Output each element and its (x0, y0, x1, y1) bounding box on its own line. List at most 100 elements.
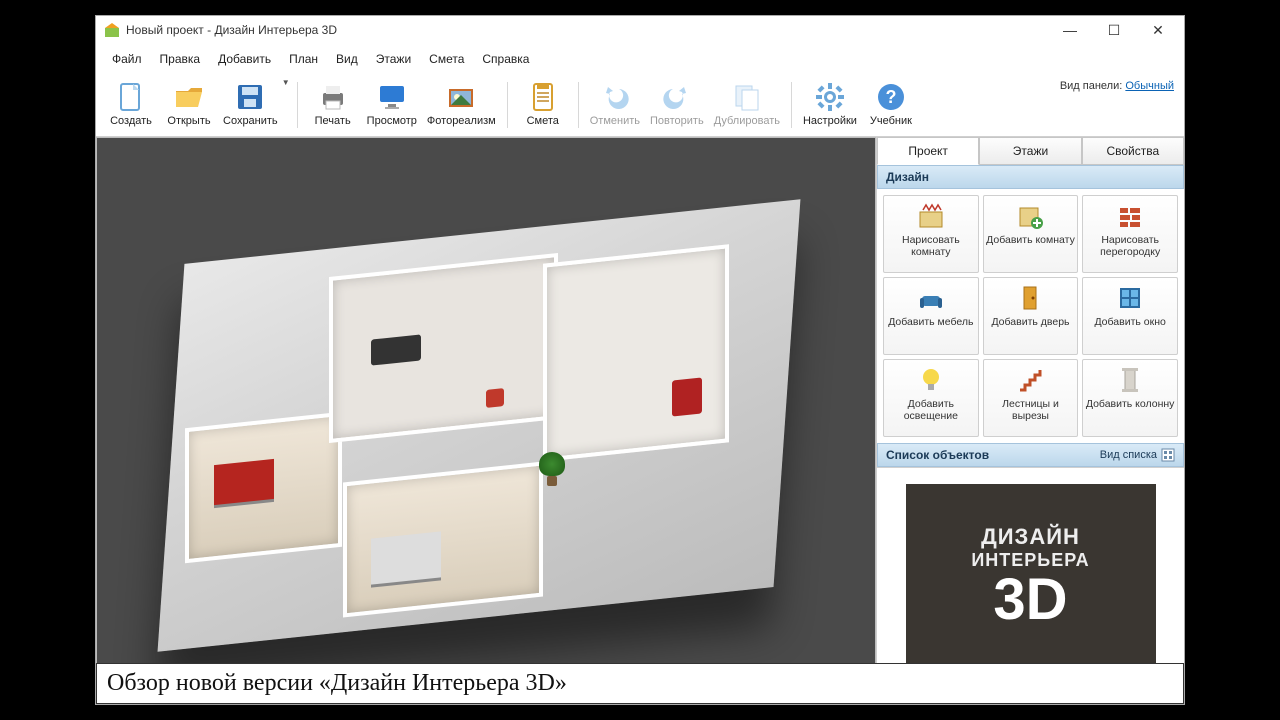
help-icon: ? (875, 81, 907, 113)
logo-line1: ДИЗАЙН (981, 524, 1080, 550)
app-logo-3d: ДИЗАЙН ИНТЕРЬЕРА 3D (906, 484, 1156, 669)
draw-partition-label: Нарисовать перегородку (1085, 234, 1175, 258)
undo-icon (599, 81, 631, 113)
redo-icon (661, 81, 693, 113)
column-icon (1116, 366, 1144, 394)
duplicate-button[interactable]: Дублировать (709, 78, 785, 132)
stairs-cutouts-label: Лестницы и вырезы (986, 398, 1076, 422)
redo-label: Повторить (650, 115, 704, 127)
create-button[interactable]: Создать (102, 78, 160, 132)
app-icon (104, 22, 120, 38)
preview-button[interactable]: Просмотр (362, 78, 422, 132)
window-title: Новый проект - Дизайн Интерьера 3D (126, 23, 1048, 37)
side-panel: Проект Этажи Свойства Дизайн Нарисовать … (876, 137, 1184, 704)
tab-properties[interactable]: Свойства (1082, 137, 1184, 165)
close-button[interactable]: ✕ (1136, 16, 1180, 44)
menu-floors[interactable]: Этажи (368, 48, 419, 70)
render-button[interactable]: Фотореализм (422, 78, 501, 132)
stairs-cutouts-button[interactable]: Лестницы и вырезы (983, 359, 1079, 437)
3d-viewport[interactable] (96, 137, 876, 704)
add-window-button[interactable]: Добавить окно (1082, 277, 1178, 355)
draw-room-icon (917, 202, 945, 230)
content-area: Проект Этажи Свойства Дизайн Нарисовать … (96, 137, 1184, 704)
furniture-icon (917, 284, 945, 312)
draw-room-button[interactable]: Нарисовать комнату (883, 195, 979, 273)
menu-plan[interactable]: План (281, 48, 326, 70)
manual-button[interactable]: ? Учебник (862, 78, 920, 132)
open-button[interactable]: Открыть (160, 78, 218, 132)
menu-estimate[interactable]: Смета (421, 48, 472, 70)
add-column-label: Добавить колонну (1086, 398, 1175, 410)
svg-text:?: ? (885, 87, 896, 107)
toolbar: Создать Открыть Сохранить ▼ Печать Просм… (96, 74, 1184, 137)
add-lighting-button[interactable]: Добавить освещение (883, 359, 979, 437)
save-dropdown[interactable]: ▼ (281, 78, 291, 87)
menu-help[interactable]: Справка (474, 48, 537, 70)
create-label: Создать (110, 115, 152, 127)
menu-edit[interactable]: Правка (152, 48, 209, 70)
preview-label: Просмотр (367, 115, 417, 127)
app-window: Новый проект - Дизайн Интерьера 3D — ☐ ✕… (95, 15, 1185, 705)
add-furniture-label: Добавить мебель (888, 316, 973, 328)
duplicate-label: Дублировать (714, 115, 780, 127)
draw-room-label: Нарисовать комнату (886, 234, 976, 258)
add-lighting-label: Добавить освещение (886, 398, 976, 422)
add-column-button[interactable]: Добавить колонну (1082, 359, 1178, 437)
duplicate-icon (731, 81, 763, 113)
list-view-label: Вид списка (1100, 449, 1157, 461)
list-view-toggle[interactable] (1161, 448, 1175, 462)
add-room-label: Добавить комнату (986, 234, 1075, 246)
menu-view[interactable]: Вид (328, 48, 366, 70)
estimate-label: Смета (527, 115, 559, 127)
menubar: Файл Правка Добавить План Вид Этажи Смет… (96, 44, 1184, 74)
settings-button[interactable]: Настройки (798, 78, 862, 132)
draw-partition-button[interactable]: Нарисовать перегородку (1082, 195, 1178, 273)
logo-line3: 3D (993, 571, 1067, 629)
window-icon (1116, 284, 1144, 312)
print-label: Печать (315, 115, 351, 127)
add-door-button[interactable]: Добавить дверь (983, 277, 1079, 355)
estimate-button[interactable]: Смета (514, 78, 572, 132)
stairs-icon (1016, 366, 1044, 394)
redo-button[interactable]: Повторить (645, 78, 709, 132)
monitor-icon (376, 81, 408, 113)
door-icon (1016, 284, 1044, 312)
add-room-button[interactable]: Добавить комнату (983, 195, 1079, 273)
printer-icon (317, 81, 349, 113)
estimate-icon (527, 81, 559, 113)
design-grid: Нарисовать комнату Добавить комнату Нари… (877, 189, 1184, 443)
add-room-icon (1016, 202, 1044, 230)
add-door-label: Добавить дверь (991, 316, 1069, 328)
video-caption: Обзор новой версии «Дизайн Интерьера 3D» (96, 663, 1184, 704)
add-window-label: Добавить окно (1094, 316, 1165, 328)
add-furniture-button[interactable]: Добавить мебель (883, 277, 979, 355)
panel-type-link[interactable]: Обычный (1125, 80, 1174, 92)
panel-type-label: Вид панели: (1060, 80, 1122, 92)
partition-icon (1116, 202, 1144, 230)
design-header-label: Дизайн (886, 170, 929, 184)
tab-floors[interactable]: Этажи (979, 137, 1081, 165)
render-label: Фотореализм (427, 115, 496, 127)
new-file-icon (115, 81, 147, 113)
side-tabs: Проект Этажи Свойства (877, 137, 1184, 165)
gear-icon (814, 81, 846, 113)
settings-label: Настройки (803, 115, 857, 127)
objects-header-label: Список объектов (886, 448, 989, 462)
minimize-button[interactable]: — (1048, 16, 1092, 44)
print-button[interactable]: Печать (304, 78, 362, 132)
save-button[interactable]: Сохранить (218, 78, 283, 132)
floorplan-render (128, 161, 844, 681)
lightbulb-icon (917, 366, 945, 394)
design-section-header: Дизайн (877, 165, 1184, 189)
maximize-button[interactable]: ☐ (1092, 16, 1136, 44)
open-label: Открыть (167, 115, 210, 127)
folder-open-icon (173, 81, 205, 113)
undo-button[interactable]: Отменить (585, 78, 645, 132)
tab-project[interactable]: Проект (877, 137, 979, 165)
photorealism-icon (445, 81, 477, 113)
manual-label: Учебник (870, 115, 912, 127)
save-label: Сохранить (223, 115, 278, 127)
menu-add[interactable]: Добавить (210, 48, 279, 70)
undo-label: Отменить (590, 115, 640, 127)
menu-file[interactable]: Файл (104, 48, 150, 70)
